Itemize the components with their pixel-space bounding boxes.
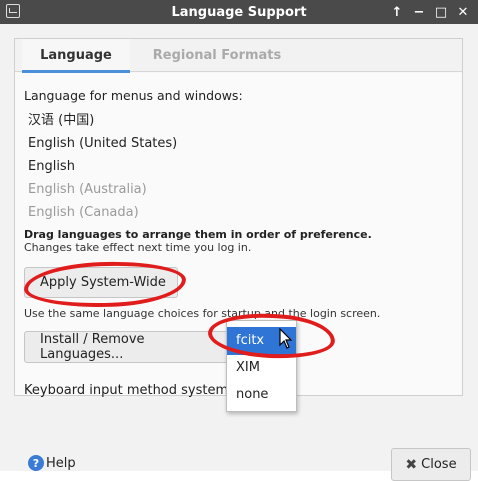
language-list[interactable]: 汉语 (中国) English (United States) English …	[24, 109, 449, 224]
window-controls: ↑ − □ ✕	[388, 2, 472, 22]
dropdown-option-xim[interactable]: XIM	[227, 354, 296, 382]
help-icon: ?	[28, 455, 44, 471]
close-button[interactable]: ✖ Close	[391, 448, 471, 481]
changes-hint: Changes take effect next time you log in…	[24, 241, 252, 254]
tab-bar: Language Regional Formats	[15, 39, 462, 73]
same-language-hint: Use the same language choices for startu…	[24, 307, 381, 320]
app-icon	[6, 4, 20, 18]
language-item[interactable]: English	[24, 155, 449, 178]
help-button[interactable]: ? Help	[28, 455, 76, 471]
language-item[interactable]: English (United States)	[24, 132, 449, 155]
maximize-button[interactable]: □	[432, 2, 450, 22]
language-item[interactable]: 汉语 (中国)	[24, 109, 449, 132]
apply-system-wide-button[interactable]: Apply System-Wide	[24, 267, 178, 298]
language-list-heading: Language for menus and windows:	[24, 88, 243, 103]
close-window-button[interactable]: ✕	[454, 2, 472, 22]
window-title: Language Support	[171, 4, 307, 20]
tab-language[interactable]: Language	[22, 39, 130, 73]
language-item[interactable]: English (Australia)	[24, 178, 449, 201]
keyboard-input-method-label: Keyboard input method system:	[24, 383, 233, 398]
close-icon: ✖	[405, 456, 418, 473]
title-bar: Language Support ↑ − □ ✕	[0, 0, 478, 24]
dropdown-option-none[interactable]: none	[227, 381, 296, 409]
minimize-button[interactable]: −	[410, 2, 428, 22]
help-label: Help	[46, 455, 76, 471]
language-item[interactable]: English (Canada)	[24, 201, 449, 224]
mouse-cursor-icon	[279, 328, 293, 349]
install-remove-languages-button[interactable]: Install / Remove Languages...	[24, 331, 232, 363]
close-label: Close	[421, 457, 457, 472]
drag-hint: Drag languages to arrange them in order …	[24, 228, 372, 241]
keep-above-button[interactable]: ↑	[388, 2, 406, 22]
tab-regional-formats[interactable]: Regional Formats	[137, 39, 297, 72]
